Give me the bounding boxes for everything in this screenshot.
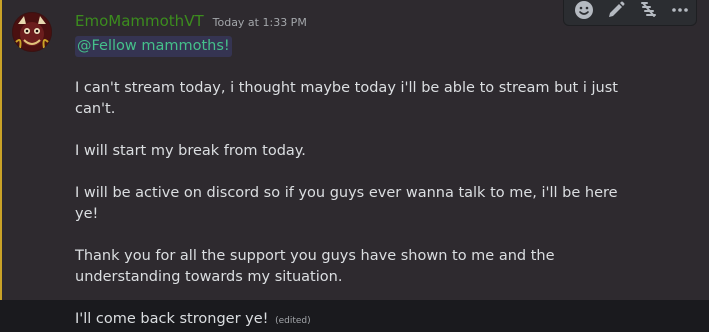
timestamp[interactable]: Today at 1:33 PM	[213, 16, 307, 29]
message-last-line: I'll come back stronger ye! (edited)	[75, 309, 635, 332]
edit-pencil-icon	[609, 1, 625, 17]
mention-highlight-bar	[0, 0, 2, 300]
message-line: I will be active on discord so if you gu…	[75, 185, 618, 222]
edit-button[interactable]	[600, 0, 632, 26]
message-line: Thank you for all the support you guys h…	[75, 248, 555, 285]
role-mention[interactable]: @Fellow mammoths!	[75, 36, 232, 57]
emoji-reaction-icon	[575, 1, 593, 19]
more-options-button[interactable]	[664, 0, 696, 26]
message-toolbar	[563, 0, 697, 26]
add-reaction-button[interactable]	[568, 0, 600, 26]
message-line: I will start my break from today.	[75, 143, 306, 159]
message-header: EmoMammothVT Today at 1:33 PM	[75, 12, 307, 34]
super-reaction-button[interactable]	[632, 0, 664, 26]
edited-label: (edited)	[275, 316, 311, 326]
more-options-icon	[672, 8, 688, 12]
avatar[interactable]	[12, 12, 52, 52]
super-reaction-icon	[641, 2, 656, 17]
message-item: EmoMammothVT Today at 1:33 PM @Fellow ma…	[0, 0, 709, 327]
message-line: I'll come back stronger ye!	[75, 311, 269, 327]
username[interactable]: EmoMammothVT	[75, 12, 204, 30]
message-line: I can't stream today, i thought maybe to…	[75, 80, 618, 117]
message-content: @Fellow mammoths! I can't stream today, …	[75, 36, 635, 332]
